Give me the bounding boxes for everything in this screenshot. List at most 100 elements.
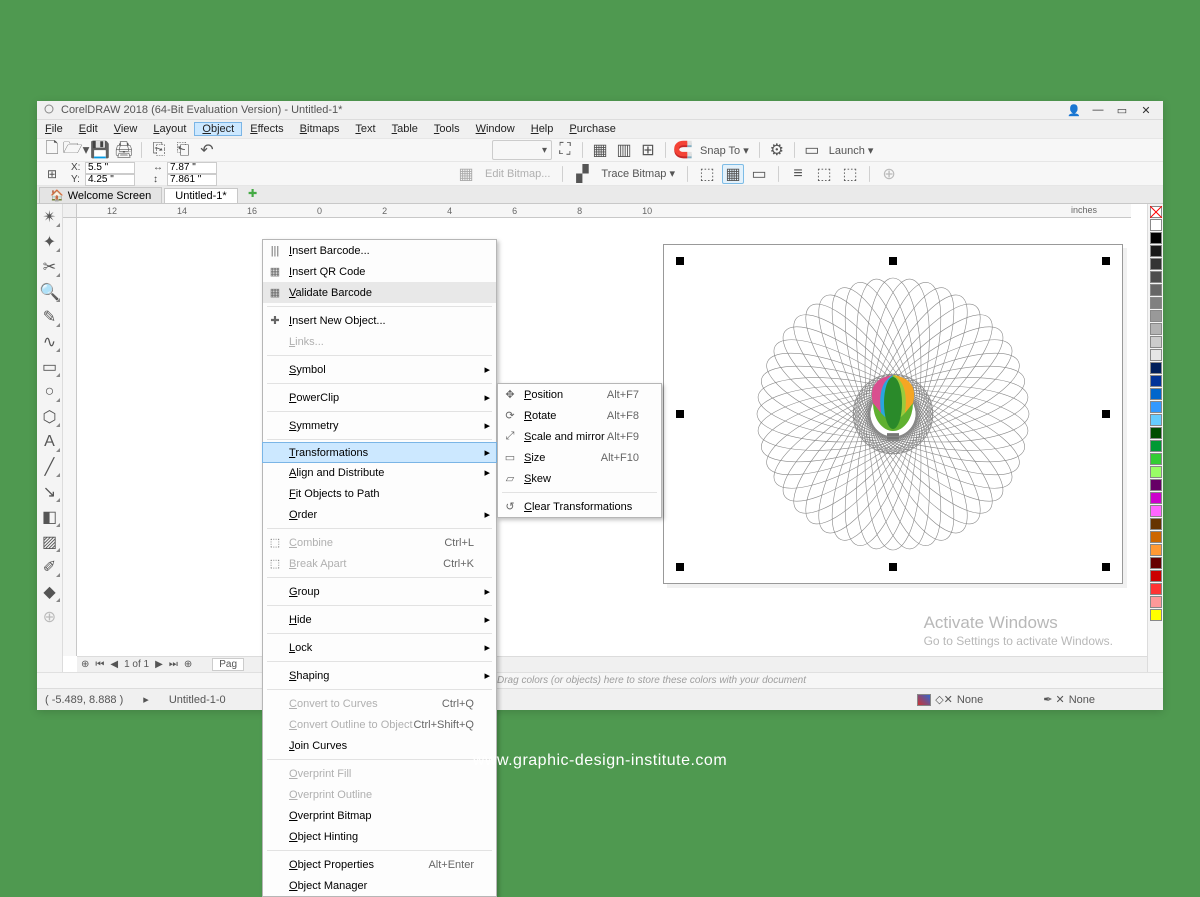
color-swatch[interactable] <box>1150 323 1162 335</box>
color-swatch[interactable] <box>1150 388 1162 400</box>
open-button[interactable]: 🗁▾ <box>65 140 87 160</box>
color-swatch[interactable] <box>1150 544 1162 556</box>
resample-button[interactable]: ▦ <box>722 164 744 184</box>
add-page-button[interactable]: ⊕ <box>81 659 89 670</box>
snap-grid-button[interactable]: ⊞ <box>637 140 659 160</box>
menu-item-symmetry[interactable]: Symmetry▸ <box>263 415 496 436</box>
text-tool[interactable]: A <box>39 431 61 453</box>
tab-welcome[interactable]: 🏠 Welcome Screen <box>39 187 162 203</box>
selection-handle[interactable] <box>889 257 897 265</box>
color-swatch[interactable] <box>1150 414 1162 426</box>
powerclip-button[interactable]: ⬚ <box>839 164 861 184</box>
polygon-tool[interactable]: ⬡ <box>39 406 61 428</box>
minimize-button[interactable]: — <box>1087 103 1109 117</box>
grid-button[interactable]: ▦ <box>589 140 611 160</box>
freehand-tool[interactable]: ✎ <box>39 306 61 328</box>
menu-table[interactable]: Table <box>384 122 426 136</box>
crop-tool[interactable]: ✂ <box>39 256 61 278</box>
ruler-vertical[interactable] <box>63 218 77 656</box>
color-swatch[interactable] <box>1150 362 1162 374</box>
fill-indicator[interactable]: ◇✕None <box>917 693 983 706</box>
menu-item-position[interactable]: ✥PositionAlt+F7 <box>498 384 661 405</box>
artistic-tool[interactable]: ∿ <box>39 331 61 353</box>
color-swatch[interactable] <box>1150 297 1162 309</box>
pick-tool[interactable]: ✴ <box>39 206 61 228</box>
menu-object[interactable]: Object <box>194 122 242 136</box>
color-swatch[interactable] <box>1150 570 1162 582</box>
outline-indicator[interactable]: ✒ ✕None <box>1043 693 1095 706</box>
menu-file[interactable]: File <box>37 122 71 136</box>
prev-page-button[interactable]: ◀ <box>110 659 118 670</box>
color-swatch[interactable] <box>1150 245 1162 257</box>
undo-button[interactable]: ↶ <box>196 140 218 160</box>
zoom-dropdown[interactable]: ▾ <box>492 140 552 160</box>
menu-item-symbol[interactable]: Symbol▸ <box>263 359 496 380</box>
menu-layout[interactable]: Layout <box>145 122 194 136</box>
rectangle-tool[interactable]: ▭ <box>39 356 61 378</box>
document-palette[interactable]: Drag colors (or objects) here to store t… <box>37 672 1163 688</box>
menu-item-overprint-bitmap[interactable]: Overprint Bitmap <box>263 805 496 826</box>
menu-bitmaps[interactable]: Bitmaps <box>292 122 348 136</box>
selection-handle[interactable] <box>889 563 897 571</box>
print-button[interactable]: 🖨 <box>113 140 135 160</box>
color-swatch[interactable] <box>1150 453 1162 465</box>
menu-purchase[interactable]: Purchase <box>561 122 623 136</box>
page-tab[interactable]: Pag <box>212 658 244 671</box>
options-button[interactable]: ⚙ <box>766 140 788 160</box>
menu-item-align-and-distribute[interactable]: Align and Distribute▸ <box>263 462 496 483</box>
ellipse-tool[interactable]: ○ <box>39 381 61 403</box>
menu-item-powerclip[interactable]: PowerClip▸ <box>263 387 496 408</box>
edit-bitmap-button[interactable]: Edit Bitmap... <box>481 168 554 180</box>
menu-item-object-properties[interactable]: Object PropertiesAlt+Enter <box>263 854 496 875</box>
menu-item-insert-barcode-[interactable]: |||Insert Barcode... <box>263 240 496 261</box>
add-page-after-button[interactable]: ⊕ <box>184 659 192 670</box>
color-swatch[interactable] <box>1150 401 1162 413</box>
menu-item-shaping[interactable]: Shaping▸ <box>263 665 496 686</box>
menu-item-insert-new-object-[interactable]: ✚Insert New Object... <box>263 310 496 331</box>
new-button[interactable]: 🗋 <box>41 140 63 160</box>
menu-item-lock[interactable]: Lock▸ <box>263 637 496 658</box>
selection-handle[interactable] <box>1102 563 1110 571</box>
x-position-input[interactable] <box>85 162 135 174</box>
menu-help[interactable]: Help <box>523 122 562 136</box>
menu-view[interactable]: View <box>106 122 146 136</box>
color-swatch[interactable] <box>1150 466 1162 478</box>
color-swatch[interactable] <box>1150 232 1162 244</box>
menu-text[interactable]: Text <box>347 122 383 136</box>
width-input[interactable] <box>167 162 217 174</box>
dimension-tool[interactable]: ╱ <box>39 456 61 478</box>
color-swatch[interactable] <box>1150 440 1162 452</box>
selection-handle[interactable] <box>676 257 684 265</box>
straighten-button[interactable]: ▭ <box>748 164 770 184</box>
shape-tool[interactable]: ✦ <box>39 231 61 253</box>
color-swatch[interactable] <box>1150 583 1162 595</box>
color-swatch[interactable] <box>1150 518 1162 530</box>
color-swatch[interactable] <box>1150 427 1162 439</box>
color-swatch[interactable] <box>1150 258 1162 270</box>
menu-item-object-manager[interactable]: Object Manager <box>263 875 496 896</box>
user-icon[interactable]: 👤 <box>1063 103 1085 117</box>
selection-handle[interactable] <box>676 410 684 418</box>
menu-item-fit-objects-to-path[interactable]: Fit Objects to Path <box>263 483 496 504</box>
menu-item-rotate[interactable]: ⟳RotateAlt+F8 <box>498 405 661 426</box>
snap-to-dropdown[interactable]: Snap To ▾ <box>696 144 753 157</box>
color-swatch[interactable] <box>1150 271 1162 283</box>
color-swatch[interactable] <box>1150 505 1162 517</box>
color-swatch[interactable] <box>1150 349 1162 361</box>
align-button[interactable]: ≡ <box>787 164 809 184</box>
add-button[interactable]: ⊕ <box>878 164 900 184</box>
color-swatch[interactable] <box>1150 557 1162 569</box>
last-page-button[interactable]: ⏭ <box>169 659 178 670</box>
color-swatch[interactable] <box>1150 479 1162 491</box>
first-page-button[interactable]: ⏮ <box>95 659 104 670</box>
selection-handle[interactable] <box>1102 410 1110 418</box>
no-color-swatch[interactable] <box>1150 206 1162 218</box>
menu-item-hide[interactable]: Hide▸ <box>263 609 496 630</box>
menu-effects[interactable]: Effects <box>242 122 291 136</box>
menu-tools[interactable]: Tools <box>426 122 468 136</box>
guides-button[interactable]: ▥ <box>613 140 635 160</box>
color-swatch[interactable] <box>1150 310 1162 322</box>
save-button[interactable]: 💾 <box>89 140 111 160</box>
height-input[interactable] <box>167 174 217 186</box>
ruler-horizontal[interactable]: 1214160246810inches <box>77 204 1131 218</box>
